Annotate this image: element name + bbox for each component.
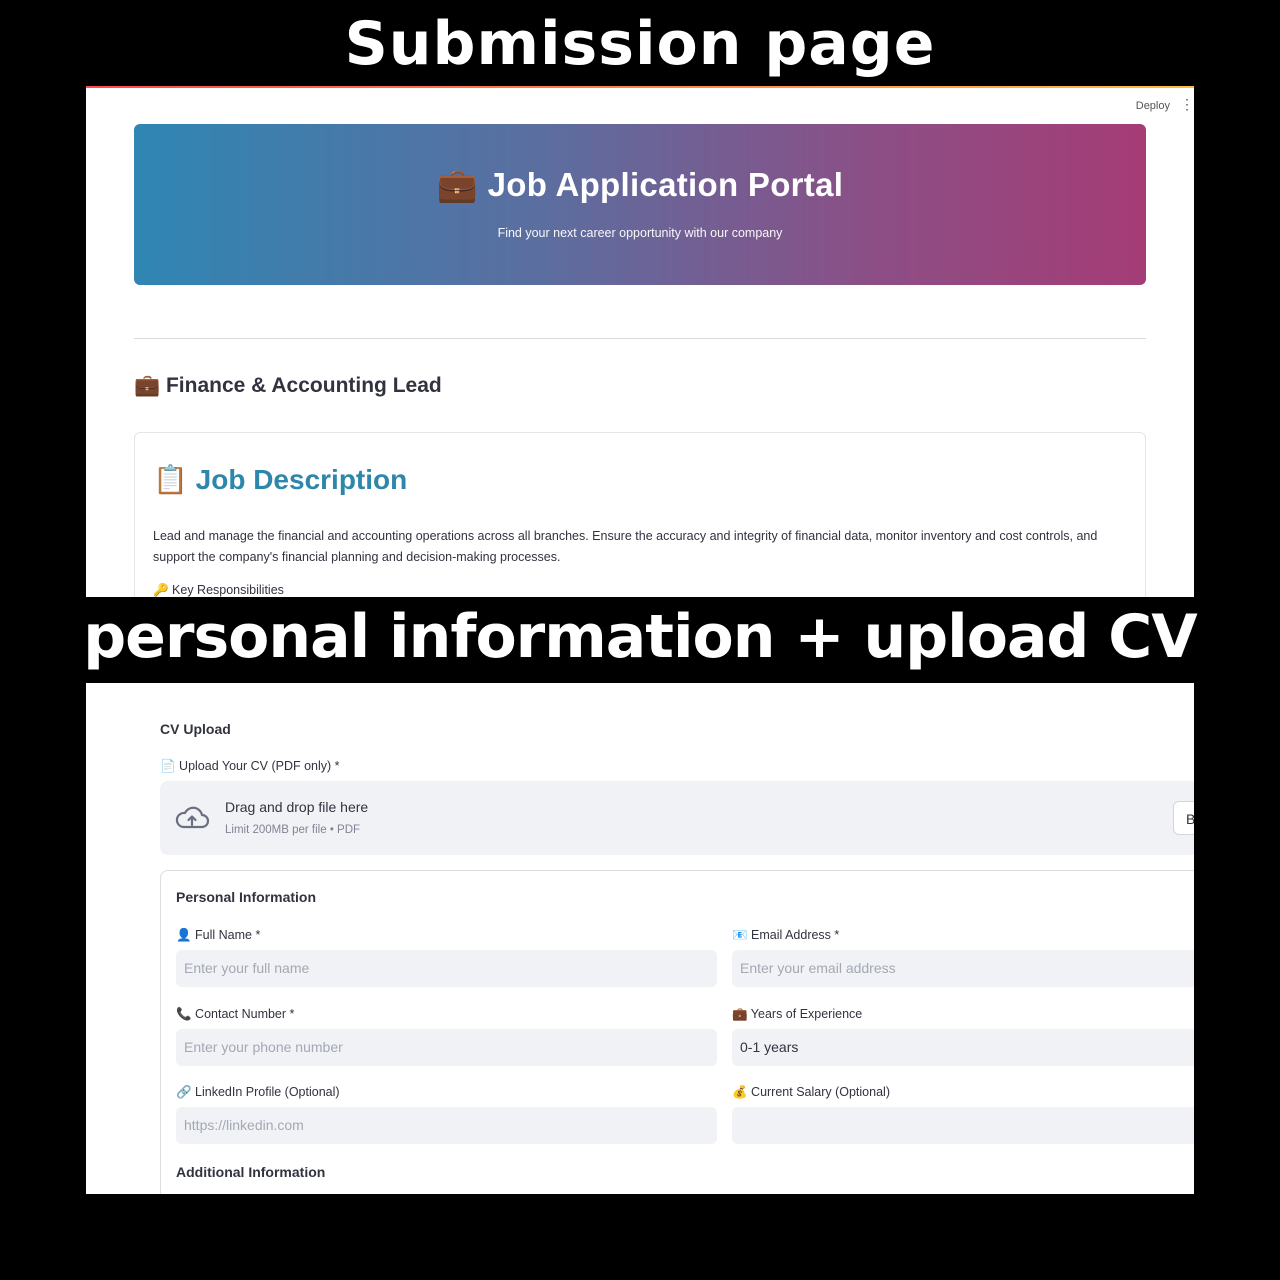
submission-page-panel: Deploy ⋮ 💼 Job Application Portal Find y…	[86, 86, 1194, 597]
full-name-label: 👤 Full Name *	[176, 928, 261, 942]
email-label: 📧 Email Address *	[732, 928, 840, 942]
salary-input[interactable]	[732, 1107, 1194, 1144]
linkedin-label: 🔗 LinkedIn Profile (Optional)	[176, 1085, 340, 1099]
cv-upload-heading: CV Upload	[160, 721, 231, 737]
full-name-input[interactable]: Enter your full name	[176, 950, 717, 987]
browse-files-button[interactable]: Browse files	[1173, 801, 1194, 835]
kebab-menu-icon[interactable]: ⋮	[1180, 97, 1194, 111]
hero-subtitle: Find your next career opportunity with o…	[497, 226, 783, 240]
dropzone-limit: Limit 200MB per file • PDF	[225, 824, 361, 836]
personal-info-form: Personal Information 👤 Full Name * Enter…	[160, 870, 1194, 1194]
job-description-card: 📋 Job Description Lead and manage the fi…	[134, 432, 1146, 597]
experience-select[interactable]: 0-1 years	[732, 1029, 1194, 1066]
dropzone-instructions: Drag and drop file here	[225, 799, 369, 815]
deploy-button[interactable]: Deploy	[1136, 100, 1170, 112]
cv-upload-label: 📄 Upload Your CV (PDF only) *	[160, 759, 340, 773]
contact-number-label: 📞 Contact Number *	[176, 1007, 295, 1021]
additional-info-heading: Additional Information	[176, 1164, 326, 1180]
linkedin-input[interactable]: https://linkedin.com	[176, 1107, 717, 1144]
caption-submission-page: Submission page	[344, 9, 936, 79]
salary-label: 💰 Current Salary (Optional)	[732, 1085, 890, 1099]
header-decoration	[86, 86, 1194, 88]
cloud-upload-icon	[175, 806, 210, 829]
job-description-heading: 📋 Job Description	[153, 464, 408, 495]
divider	[134, 338, 1146, 339]
hero-title: 💼 Job Application Portal	[436, 166, 844, 203]
email-input[interactable]: Enter your email address	[732, 950, 1194, 987]
job-description-text: Lead and manage the financial and accoun…	[153, 529, 1098, 564]
key-responsibilities-label: 🔑 Key Responsibilities	[153, 583, 284, 597]
hero-banner: 💼 Job Application Portal Find your next …	[134, 124, 1146, 285]
cv-dropzone[interactable]: Drag and drop file here Limit 200MB per …	[160, 781, 1194, 855]
personal-info-heading: Personal Information	[176, 889, 317, 905]
caption-personal-info: personal information + upload CV	[83, 602, 1198, 672]
job-title: 💼 Finance & Accounting Lead	[134, 374, 442, 397]
personal-info-panel: CV Upload 📄 Upload Your CV (PDF only) * …	[86, 683, 1194, 1194]
contact-number-input[interactable]: Enter your phone number	[176, 1029, 717, 1066]
experience-label: 💼 Years of Experience	[732, 1007, 863, 1021]
